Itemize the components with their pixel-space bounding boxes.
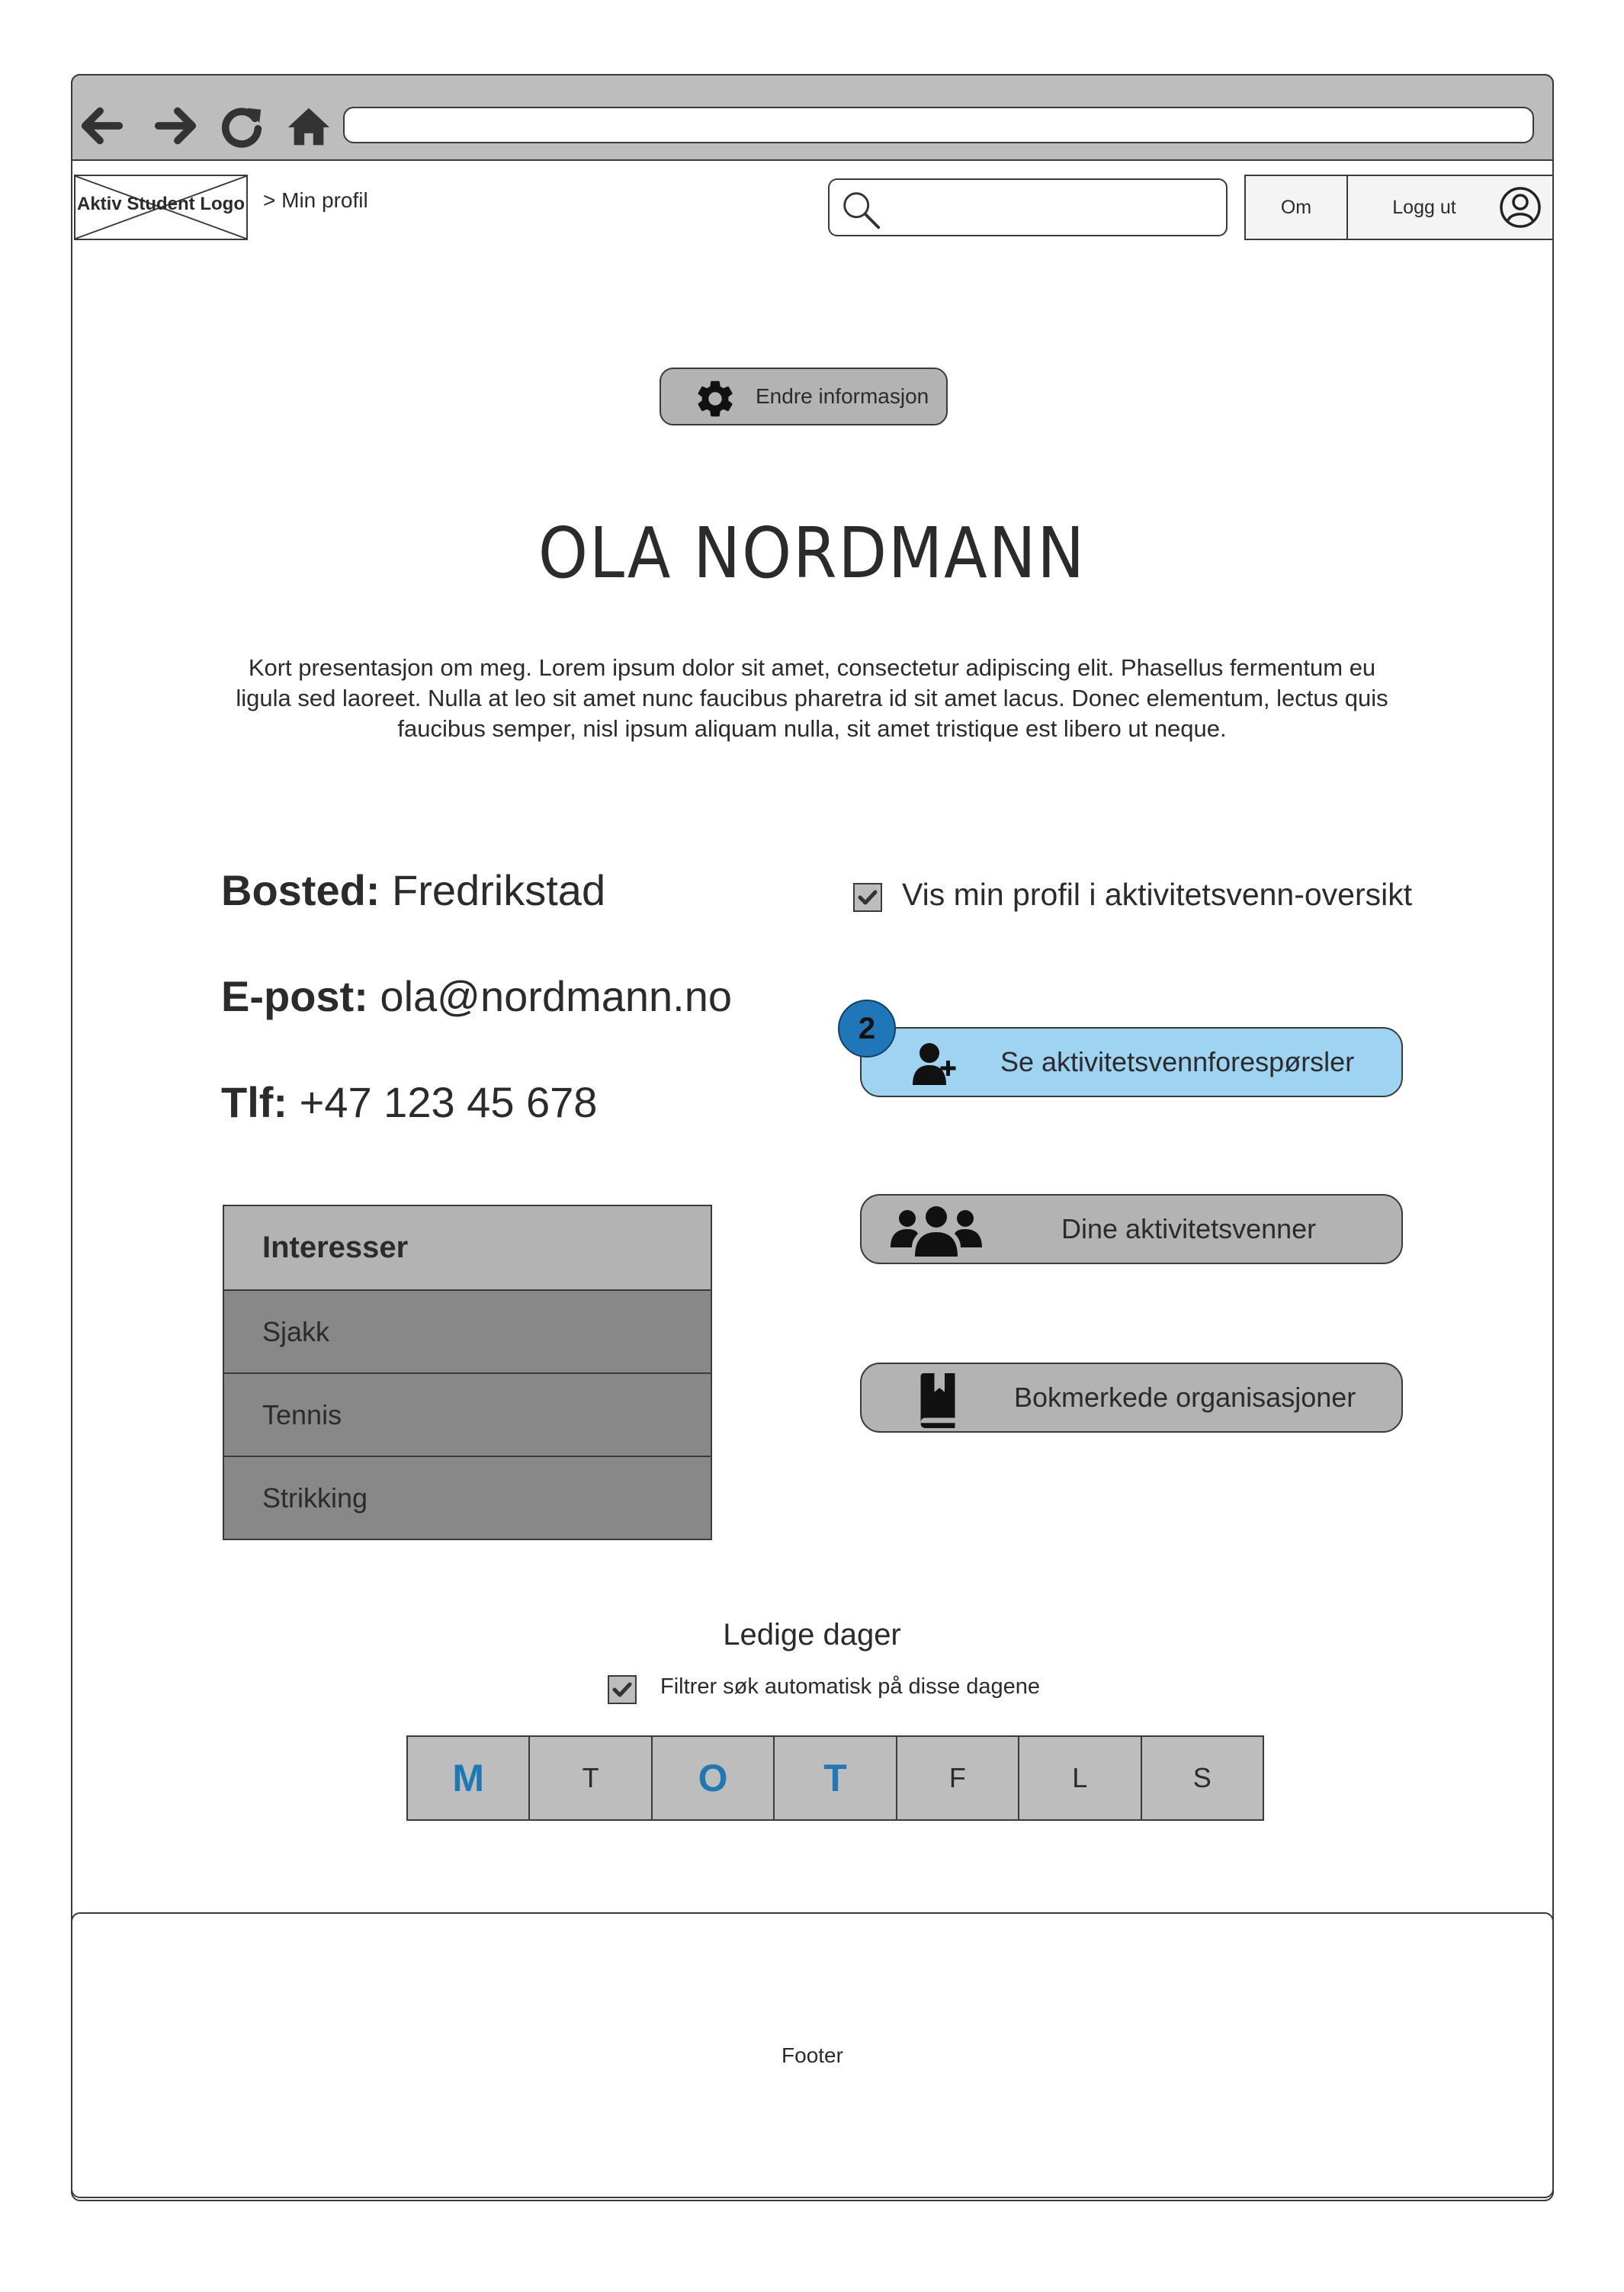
tlf-label: Tlf: xyxy=(221,1078,288,1126)
day-toggle[interactable]: O xyxy=(650,1737,773,1819)
edit-info-label: Endre informasjon xyxy=(756,384,929,408)
home-icon xyxy=(287,108,330,146)
epost-label: E-post: xyxy=(221,972,368,1020)
available-days-title: Ledige dager xyxy=(723,1618,901,1652)
breadcrumb[interactable]: > Min profil xyxy=(263,188,368,213)
interests-header: Interesser xyxy=(224,1206,711,1289)
day-toggle[interactable]: S xyxy=(1140,1737,1263,1819)
bookmarked-orgs-button[interactable]: Bokmerkede organisasjoner xyxy=(860,1363,1403,1433)
site-logo[interactable]: Aktiv Student Logo xyxy=(74,175,248,240)
reload-button[interactable] xyxy=(215,99,268,152)
home-button[interactable] xyxy=(282,99,335,152)
day-toggle[interactable]: F xyxy=(895,1737,1018,1819)
bookmarked-orgs-label: Bokmerkede organisasjoner xyxy=(1014,1382,1356,1413)
show-profile-label: Vis min profil i aktivitetsvenn-oversikt xyxy=(902,877,1413,912)
logo-text: Aktiv Student Logo xyxy=(77,194,245,214)
bosted-value: Fredrikstad xyxy=(392,866,606,914)
epost-value: ola@nordmann.no xyxy=(380,972,733,1020)
activity-friends-button[interactable]: Dine aktivitetsvenner xyxy=(860,1194,1403,1264)
edit-info-button[interactable]: Endre informasjon xyxy=(660,368,948,425)
reload-icon xyxy=(221,108,262,148)
tlf-value: +47 123 45 678 xyxy=(299,1078,598,1126)
logout-label: Logg ut xyxy=(1392,196,1456,218)
back-button[interactable] xyxy=(75,99,128,152)
group-icon xyxy=(891,1206,982,1257)
bosted-label: Bosted: xyxy=(221,866,380,914)
friend-requests-label: Se aktivitetsvennforespørsler xyxy=(1000,1046,1355,1077)
profile-bio: Kort presentasjon om meg. Lorem ipsum do… xyxy=(236,654,1388,742)
checkmark-icon xyxy=(612,1682,632,1697)
search-input[interactable] xyxy=(828,178,1228,236)
url-bar[interactable] xyxy=(343,107,1534,143)
show-profile-checkbox[interactable] xyxy=(853,883,882,912)
gear-icon xyxy=(698,380,733,417)
day-toggle[interactable]: T xyxy=(528,1737,650,1819)
arrow-right-icon xyxy=(154,107,197,145)
notification-badge: 2 xyxy=(838,1000,896,1058)
day-toggle[interactable]: T xyxy=(773,1737,895,1819)
day-toggle[interactable]: M xyxy=(408,1737,528,1819)
info-tlf: Tlf: +47 123 45 678 xyxy=(221,1077,597,1127)
interests-list: Interesser Sjakk Tennis Strikking xyxy=(223,1205,712,1540)
add-user-icon xyxy=(913,1043,956,1085)
profile-name: OLA NORDMANN xyxy=(538,512,1086,594)
info-epost: E-post: ola@nordmann.no xyxy=(221,971,732,1021)
user-icon xyxy=(1500,187,1541,228)
friend-requests-button[interactable]: Se aktivitetsvennforespørsler xyxy=(860,1027,1403,1097)
filter-days-label: Filtrer søk automatisk på disse dagene xyxy=(660,1674,1041,1699)
info-bosted: Bosted: Fredrikstad xyxy=(221,865,605,915)
interest-item[interactable]: Tennis xyxy=(224,1372,711,1456)
arrow-left-icon xyxy=(81,107,124,145)
page-footer: Footer xyxy=(71,1912,1554,2198)
filter-days-checkbox[interactable] xyxy=(608,1675,637,1704)
interest-item[interactable]: Strikking xyxy=(224,1456,711,1539)
search-icon xyxy=(843,192,881,230)
forward-button[interactable] xyxy=(149,99,203,152)
logout-button[interactable]: Logg ut xyxy=(1346,175,1554,240)
activity-friends-label: Dine aktivitetsvenner xyxy=(1061,1213,1317,1244)
day-toggle[interactable]: L xyxy=(1018,1737,1140,1819)
interest-item[interactable]: Sjakk xyxy=(224,1289,711,1372)
bookmark-book-icon xyxy=(920,1373,955,1428)
checkmark-icon xyxy=(858,890,878,905)
weekday-selector: M T O T F L S xyxy=(406,1735,1264,1821)
nav-om-link[interactable]: Om xyxy=(1244,175,1348,240)
